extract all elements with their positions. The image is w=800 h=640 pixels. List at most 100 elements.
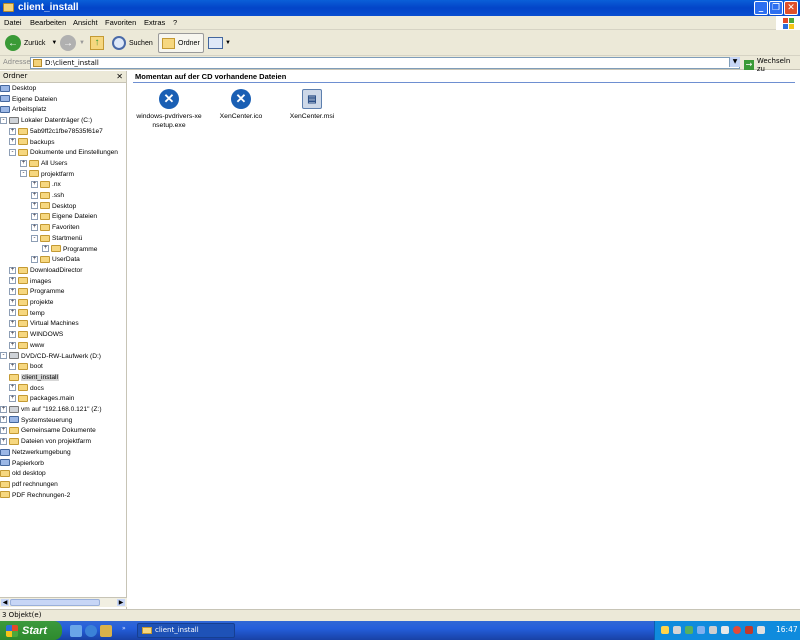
tree-item[interactable]: + boot: [9, 362, 43, 372]
quicklaunch-expand-icon[interactable]: »: [122, 625, 128, 637]
start-button[interactable]: Start: [0, 621, 62, 640]
tree-item[interactable]: + Programme: [42, 245, 97, 255]
minimize-button[interactable]: _: [754, 1, 768, 15]
collapse-icon[interactable]: -: [31, 234, 38, 242]
chevron-down-icon[interactable]: ▼: [79, 40, 85, 46]
maximize-button[interactable]: ❐: [769, 1, 783, 15]
expand-icon[interactable]: +: [0, 427, 7, 435]
tree-item[interactable]: + www: [9, 341, 44, 351]
back-button[interactable]: ← Zurück ▼: [5, 33, 57, 53]
tree-item[interactable]: Eigene Dateien: [0, 95, 57, 105]
show-desktop-icon[interactable]: [70, 625, 82, 637]
tree-item[interactable]: + docs: [9, 384, 44, 394]
tree-item[interactable]: Arbeitsplatz: [0, 105, 46, 115]
tree-item[interactable]: +5ab9ff2c1fbe78535f61e7: [9, 127, 103, 137]
tree-item[interactable]: + Dateien von projektfarm: [0, 437, 91, 447]
tree-item[interactable]: + Favoriten: [31, 223, 80, 233]
expand-icon[interactable]: +: [9, 288, 16, 296]
volume-icon[interactable]: [757, 626, 765, 634]
expand-icon[interactable]: +: [0, 405, 7, 413]
file-item[interactable]: ✕ windows-pvdrivers-xe nsetup.exe: [131, 89, 207, 130]
collapse-icon[interactable]: -: [0, 116, 7, 124]
expand-icon[interactable]: +: [9, 298, 16, 306]
taskbar-item-client-install[interactable]: client_install: [137, 623, 235, 638]
tree-item[interactable]: + vm auf "192.168.0.121" (Z:): [0, 405, 102, 415]
tree-item[interactable]: client_install: [9, 373, 59, 383]
scrollbar-thumb[interactable]: [10, 599, 100, 606]
tree-item[interactable]: + Virtual Machines: [9, 319, 79, 329]
menu-extras[interactable]: Extras: [144, 18, 165, 27]
tree-item[interactable]: + Programme: [9, 287, 64, 297]
tree-item[interactable]: PDF Rechnungen-2: [0, 491, 70, 501]
expand-icon[interactable]: +: [9, 395, 16, 403]
tree-item[interactable]: + All Users: [20, 159, 67, 169]
title-bar[interactable]: client_install _ ❐ ✕: [0, 0, 800, 16]
views-button[interactable]: ▼: [208, 33, 231, 53]
file-item[interactable]: ✕ XenCenter.ico: [203, 89, 279, 121]
tray-icon[interactable]: [721, 626, 729, 634]
address-dropdown-button[interactable]: ▼: [729, 57, 740, 67]
up-button[interactable]: ↑: [90, 33, 104, 53]
close-pane-icon[interactable]: ✕: [116, 71, 123, 82]
tree-item[interactable]: + .ssh: [31, 191, 64, 201]
tray-icon[interactable]: [709, 626, 717, 634]
tree-item[interactable]: + .nx: [31, 180, 61, 190]
expand-icon[interactable]: +: [9, 266, 16, 274]
forward-button[interactable]: → ▼: [60, 33, 85, 53]
tree-item[interactable]: Papierkorb: [0, 459, 44, 469]
tree-item[interactable]: + WINDOWS: [9, 330, 63, 340]
tree-item[interactable]: + temp: [9, 309, 45, 319]
quicklaunch-icon[interactable]: [100, 625, 112, 637]
tray-icon[interactable]: [661, 626, 669, 634]
expand-icon[interactable]: +: [31, 223, 38, 231]
file-item[interactable]: ▤ XenCenter.msi: [274, 89, 350, 121]
expand-icon[interactable]: +: [31, 213, 38, 221]
expand-icon[interactable]: +: [9, 362, 16, 370]
tray-icon[interactable]: [673, 626, 681, 634]
close-button[interactable]: ✕: [784, 1, 798, 15]
search-button[interactable]: Suchen: [112, 33, 153, 53]
menu-favoriten[interactable]: Favoriten: [105, 18, 136, 27]
tree-item[interactable]: + Gemeinsame Dokumente: [0, 426, 96, 436]
menu-bearbeiten[interactable]: Bearbeiten: [30, 18, 66, 27]
tree-item[interactable]: + backups: [9, 138, 55, 148]
tree-item[interactable]: - projektfarm: [20, 170, 74, 180]
scroll-left-icon[interactable]: ◀: [1, 599, 9, 606]
tree-item[interactable]: - Startmenü: [31, 234, 82, 244]
tree-item[interactable]: - Lokaler Datenträger (C:): [0, 116, 92, 126]
menu-datei[interactable]: Datei: [4, 18, 22, 27]
horizontal-scrollbar[interactable]: ◀ ▶: [0, 597, 127, 607]
tree-item[interactable]: + packages.main: [9, 394, 74, 404]
expand-icon[interactable]: +: [42, 245, 49, 253]
collapse-icon[interactable]: -: [9, 148, 16, 156]
tree-item[interactable]: Netzwerkumgebung: [0, 448, 71, 458]
expand-icon[interactable]: +: [9, 127, 16, 135]
chevron-down-icon[interactable]: ▼: [51, 40, 57, 46]
expand-icon[interactable]: +: [9, 341, 16, 349]
tree-item[interactable]: Desktop: [0, 84, 36, 94]
expand-icon[interactable]: +: [9, 277, 16, 285]
tree-item[interactable]: + images: [9, 277, 51, 287]
tree-item[interactable]: + Desktop: [31, 202, 76, 212]
internet-explorer-icon[interactable]: [85, 625, 97, 637]
expand-icon[interactable]: +: [0, 437, 7, 445]
tree-item[interactable]: old desktop: [0, 469, 46, 479]
expand-icon[interactable]: +: [9, 309, 16, 317]
tree-item[interactable]: + Eigene Dateien: [31, 212, 97, 222]
tree-item[interactable]: + DownloadDirector: [9, 266, 82, 276]
expand-icon[interactable]: +: [9, 138, 16, 146]
expand-icon[interactable]: +: [9, 384, 16, 392]
menu-help[interactable]: ?: [173, 18, 177, 27]
expand-icon[interactable]: +: [20, 159, 27, 167]
tree-item[interactable]: + UserData: [31, 255, 80, 265]
collapse-icon[interactable]: -: [20, 170, 27, 178]
folders-button[interactable]: Ordner: [158, 33, 204, 53]
expand-icon[interactable]: +: [31, 255, 38, 263]
expand-icon[interactable]: +: [31, 202, 38, 210]
expand-icon[interactable]: +: [31, 181, 38, 189]
collapse-icon[interactable]: -: [0, 352, 7, 360]
address-input[interactable]: D:\client_install: [30, 57, 740, 69]
expand-icon[interactable]: +: [31, 191, 38, 199]
tray-icon[interactable]: [697, 626, 705, 634]
tree-item[interactable]: + projekte: [9, 298, 53, 308]
